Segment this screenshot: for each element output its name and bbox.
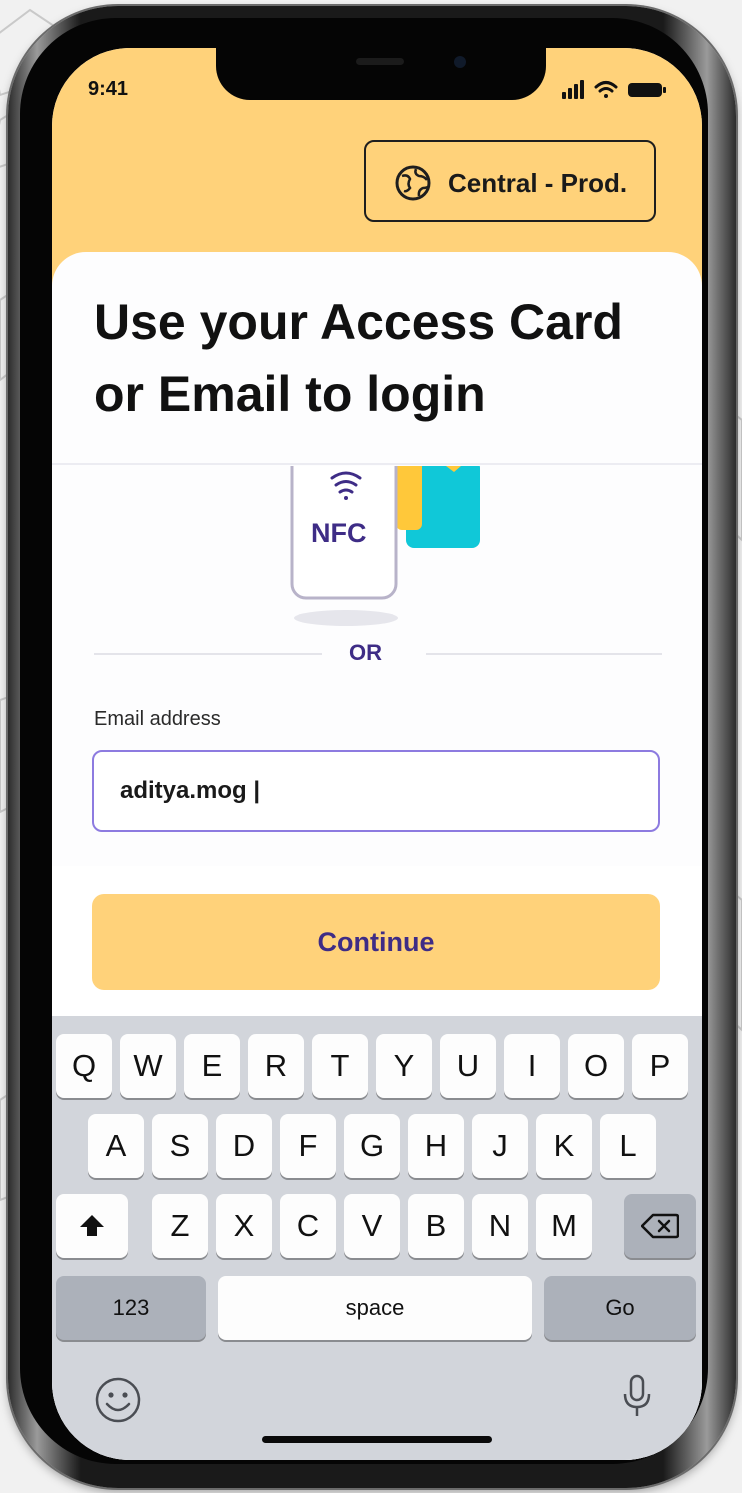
continue-button[interactable]: Continue <box>92 894 660 990</box>
space-key[interactable]: space <box>218 1276 532 1340</box>
key-q[interactable]: Q <box>56 1034 112 1098</box>
title-divider <box>52 463 702 465</box>
key-t[interactable]: T <box>312 1034 368 1098</box>
key-m[interactable]: M <box>536 1194 592 1258</box>
key-u[interactable]: U <box>440 1034 496 1098</box>
key-g[interactable]: G <box>344 1114 400 1178</box>
numbers-key[interactable]: 123 <box>56 1276 206 1340</box>
front-camera <box>454 56 466 68</box>
status-icons <box>562 80 666 99</box>
divider-line <box>94 653 322 655</box>
key-z[interactable]: Z <box>152 1194 208 1258</box>
signal-icon <box>562 80 584 99</box>
key-x[interactable]: X <box>216 1194 272 1258</box>
key-l[interactable]: L <box>600 1114 656 1178</box>
delete-icon <box>640 1213 680 1239</box>
email-input[interactable] <box>92 750 660 832</box>
key-j[interactable]: J <box>472 1114 528 1178</box>
region-selector-button[interactable]: Central - Prod. <box>364 140 656 222</box>
key-e[interactable]: E <box>184 1034 240 1098</box>
key-c[interactable]: C <box>280 1194 336 1258</box>
nfc-label: NFC <box>311 518 367 548</box>
delete-key[interactable] <box>624 1194 696 1258</box>
key-p[interactable]: P <box>632 1034 688 1098</box>
key-o[interactable]: O <box>568 1034 624 1098</box>
key-w[interactable]: W <box>120 1034 176 1098</box>
phone-screen: 9:41 Central - Prod. Use your Access Car… <box>52 48 702 1460</box>
key-k[interactable]: K <box>536 1114 592 1178</box>
page-title: Use your Access Card or Email to login <box>94 294 623 422</box>
battery-icon <box>628 83 666 97</box>
status-time: 9:41 <box>88 78 129 100</box>
divider-line <box>426 653 662 655</box>
key-n[interactable]: N <box>472 1194 528 1258</box>
nfc-card-illustration <box>290 466 480 626</box>
speaker-grille <box>356 58 404 65</box>
key-f[interactable]: F <box>280 1114 336 1178</box>
phone-notch <box>216 48 546 100</box>
go-key[interactable]: Go <box>544 1276 696 1340</box>
email-label: Email address <box>94 708 221 730</box>
key-v[interactable]: V <box>344 1194 400 1258</box>
key-i[interactable]: I <box>504 1034 560 1098</box>
key-d[interactable]: D <box>216 1114 272 1178</box>
emoji-icon[interactable] <box>94 1376 142 1424</box>
shift-key[interactable] <box>56 1194 128 1258</box>
globe-icon <box>395 165 431 201</box>
wifi-icon <box>594 81 618 98</box>
shift-icon <box>80 1215 104 1236</box>
key-s[interactable]: S <box>152 1114 208 1178</box>
microphone-icon[interactable] <box>622 1372 652 1420</box>
or-divider: OR <box>94 636 662 672</box>
region-label: Central - Prod. <box>448 168 628 198</box>
key-y[interactable]: Y <box>376 1034 432 1098</box>
or-label: OR <box>349 640 382 665</box>
key-h[interactable]: H <box>408 1114 464 1178</box>
key-b[interactable]: B <box>408 1194 464 1258</box>
home-indicator <box>262 1436 492 1443</box>
key-a[interactable]: A <box>88 1114 144 1178</box>
key-r[interactable]: R <box>248 1034 304 1098</box>
